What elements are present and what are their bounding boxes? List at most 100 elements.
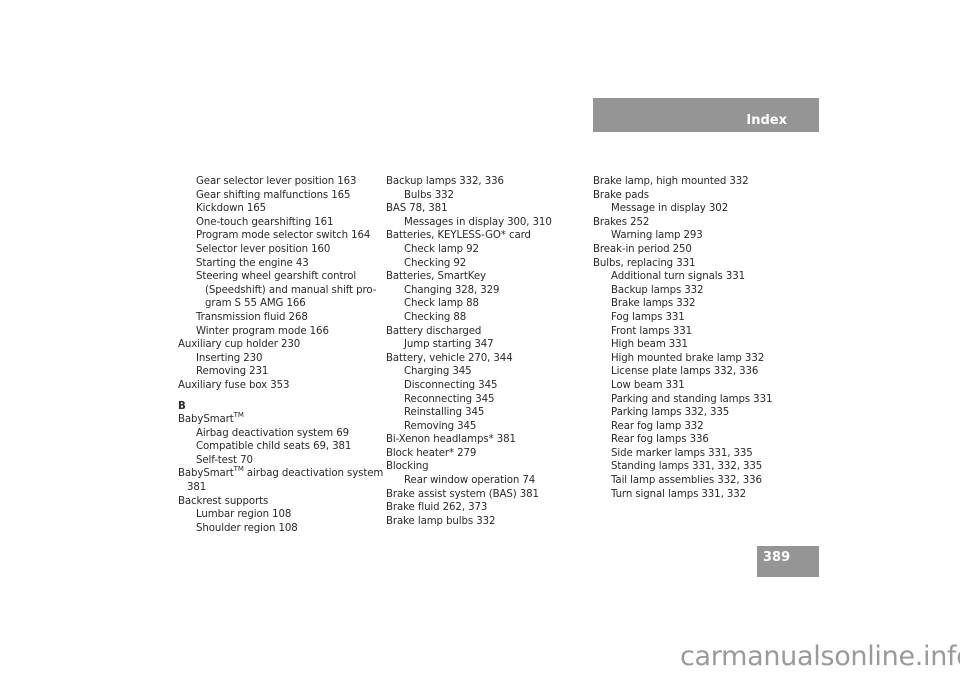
entry-text: Tail lamp assemblies 332, 336 — [611, 475, 762, 487]
entry-text: Brake lamps 332 — [611, 298, 696, 310]
entry-text: Additional turn signals 331 — [611, 271, 745, 283]
index-entry: Batteries, KEYLESS-GO* card — [386, 229, 586, 243]
index-entry: Battery, vehicle 270, 344 — [386, 352, 586, 366]
index-subentry: Removing 231 — [178, 365, 378, 379]
section-title: Index — [746, 113, 787, 128]
entry-text: Front lamps 331 — [611, 325, 692, 337]
entry-text: Checking 92 — [404, 257, 467, 269]
index-subentry: One-touch gearshifting 161 — [178, 216, 378, 230]
entry-text: Brake lamp, high mounted 332 — [593, 176, 749, 187]
entry-text: Airbag deactivation system 69 — [196, 427, 349, 439]
entry-text: Backup lamps 332 — [611, 284, 704, 296]
entry-text: One-touch gearshifting 161 — [196, 216, 334, 228]
entry-text: Fog lamps 331 — [611, 311, 685, 323]
index-entry: Batteries, SmartKey — [386, 270, 586, 284]
entry-text: (Speedshift) and manual shift pro- — [205, 284, 377, 296]
index-entry: Auxiliary cup holder 230 — [178, 338, 378, 352]
index-subentry: Side marker lamps 331, 335 — [593, 447, 793, 461]
entry-text: BabySmart — [178, 468, 234, 480]
entry-text: Removing 231 — [196, 366, 269, 378]
entry-text: Side marker lamps 331, 335 — [611, 447, 753, 459]
index-subentry: Rear fog lamp 332 — [593, 420, 793, 434]
index-entry: Brake lamp, high mounted 332 — [593, 175, 793, 189]
index-subentry: Additional turn signals 331 — [593, 270, 793, 284]
entry-text: Inserting 230 — [196, 352, 263, 364]
entry-text: Lumbar region 108 — [196, 509, 292, 521]
entry-text: B — [178, 400, 186, 412]
index-entry: Auxiliary fuse box 353 — [178, 379, 378, 393]
entry-text: Removing 345 — [404, 420, 477, 432]
index-subentry: Rear fog lamps 336 — [593, 433, 793, 447]
index-subentry: 381 — [178, 481, 378, 495]
entry-text: Rear fog lamps 336 — [611, 434, 709, 446]
entry-text: Self-test 70 — [196, 454, 253, 466]
entry-text: Block heater* 279 — [386, 447, 477, 459]
index-subentry: Reinstalling 345 — [386, 406, 586, 420]
index-subentry: High mounted brake lamp 332 — [593, 352, 793, 366]
entry-text: High beam 331 — [611, 339, 688, 351]
index-entry: Block heater* 279 — [386, 447, 586, 461]
page-number: 389 — [763, 550, 791, 565]
entry-text: Gear shifting malfunctions 165 — [196, 189, 351, 201]
index-subentry: Tail lamp assemblies 332, 336 — [593, 474, 793, 488]
entry-text: Brake fluid 262, 373 — [386, 502, 488, 514]
index-subentry: Warning lamp 293 — [593, 229, 793, 243]
index-subentry: Bulbs 332 — [386, 189, 586, 203]
index-entry: BabySmartTM airbag deactivation system — [178, 465, 383, 481]
entry-text: Checking 88 — [404, 311, 467, 323]
index-entry: Blocking — [386, 460, 586, 474]
entry-text: Steering wheel gearshift control — [196, 271, 357, 283]
index-subentry: Self-test 70 — [178, 454, 378, 468]
page-number-box: 389 — [757, 546, 819, 577]
entry-text: Bi-Xenon headlamps* 381 — [386, 434, 516, 446]
index-subentry: Jump starting 347 — [386, 338, 586, 352]
index-subentry: Program mode selector switch 164 — [178, 229, 378, 243]
watermark: carmanualsonline.info — [680, 641, 960, 672]
index-subentry: Message in display 302 — [593, 202, 793, 216]
index-subentry: Messages in display 300, 310 — [386, 216, 586, 230]
entry-text: Charging 345 — [404, 366, 472, 378]
entry-text: Backrest supports — [178, 495, 269, 507]
entry-text: Compatible child seats 69, 381 — [196, 441, 352, 453]
index-entry: Bi-Xenon headlamps* 381 — [386, 433, 586, 447]
entry-text: Backup lamps 332, 336 — [386, 176, 504, 187]
index-subentry: Gear selector lever position 163 — [178, 175, 378, 189]
index-subentry: Disconnecting 345 — [386, 379, 586, 393]
index-subentry: Removing 345 — [386, 420, 586, 434]
entry-text: Brake pads — [593, 189, 649, 201]
index-subentry: Selector lever position 160 — [178, 243, 378, 257]
index-entry: Battery discharged — [386, 325, 586, 339]
index-column-1: Gear selector lever position 163 Gear shi… — [178, 175, 383, 536]
trademark-sup: TM — [233, 465, 244, 474]
index-subentry: Rear window operation 74 — [386, 474, 586, 488]
index-subentry: Lumbar region 108 — [178, 508, 378, 522]
index-subentry: Kickdown 165 — [178, 202, 378, 216]
index-subentry: Charging 345 — [386, 365, 586, 379]
index-subentry: High beam 331 — [593, 338, 793, 352]
index-subentry: Parking and standing lamps 331 — [593, 393, 793, 407]
entry-text: Break-in period 250 — [593, 243, 692, 255]
entry-text: Transmission fluid 268 — [196, 311, 308, 323]
entry-text: Check lamp 92 — [404, 243, 479, 255]
index-subentry: Shoulder region 108 — [178, 522, 378, 536]
index-subentry: Check lamp 92 — [386, 243, 586, 257]
index-subentry: Fog lamps 331 — [593, 311, 793, 325]
entry-text: High mounted brake lamp 332 — [611, 352, 765, 364]
entry-text: Brake assist system (BAS) 381 — [386, 488, 539, 500]
entry-text: Bulbs, replacing 331 — [593, 257, 696, 269]
entry-text: Starting the engine 43 — [196, 257, 309, 269]
entry-text: gram S 55 AMG 166 — [205, 298, 306, 310]
index-subentry: Check lamp 88 — [386, 297, 586, 311]
index-column-2: Backup lamps 332, 336 Bulbs 332 BAS 78, 38… — [386, 175, 586, 528]
index-subentry: Checking 88 — [386, 311, 586, 325]
entry-text: Rear fog lamp 332 — [611, 420, 704, 432]
index-entry: Backup lamps 332, 336 — [386, 175, 586, 189]
entry-text: Reinstalling 345 — [404, 407, 485, 419]
index-subentry: Airbag deactivation system 69 — [178, 427, 378, 441]
entry-text: BabySmart — [178, 414, 234, 426]
entry-text: Parking and standing lamps 331 — [611, 393, 773, 405]
index-subentry: Starting the engine 43 — [178, 257, 378, 271]
entry-text: Standing lamps 331, 332, 335 — [611, 461, 763, 473]
entry-text: Reconnecting 345 — [404, 393, 495, 405]
entry-text: Blocking — [386, 461, 429, 473]
